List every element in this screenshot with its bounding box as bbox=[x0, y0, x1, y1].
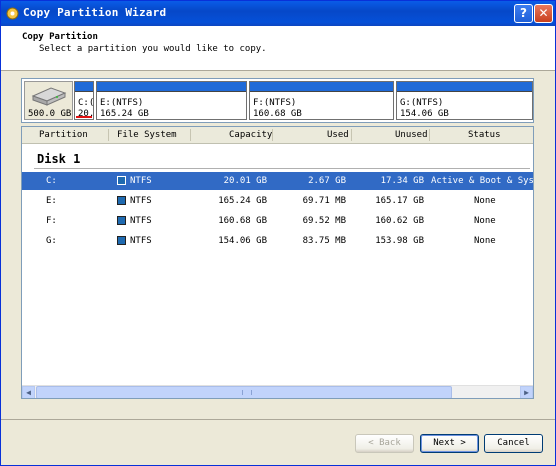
cell-partition: E: bbox=[46, 196, 57, 206]
column-divider[interactable] bbox=[351, 129, 352, 141]
column-status[interactable]: Status bbox=[468, 130, 501, 140]
cell-unused: 165.17 GB bbox=[375, 196, 424, 206]
column-divider[interactable] bbox=[108, 129, 109, 141]
window-title: Copy Partition Wizard bbox=[23, 6, 167, 19]
partition-bar bbox=[250, 82, 393, 92]
partition-block-label: G:(NTFS) bbox=[400, 98, 444, 108]
partition-block-label: E:(NTFS) bbox=[100, 98, 144, 108]
partition-block-f[interactable]: F:(NTFS) 160.68 GB bbox=[249, 81, 394, 120]
cell-used: 69.71 MB bbox=[302, 196, 346, 206]
wizard-header: Copy Partition Select a partition you wo… bbox=[1, 26, 555, 71]
cell-status: None bbox=[474, 196, 496, 206]
partition-bar bbox=[97, 82, 246, 92]
disk-group-divider bbox=[34, 168, 530, 169]
partition-block-c[interactable]: C:( 20. bbox=[74, 81, 94, 120]
partition-table: Partition File System Capacity Used Unus… bbox=[21, 126, 534, 399]
cell-file-system: NTFS bbox=[130, 176, 152, 186]
cell-capacity: 165.24 GB bbox=[218, 196, 267, 206]
cell-file-system: NTFS bbox=[130, 236, 152, 246]
table-row[interactable]: G: NTFS 154.06 GB 83.75 MB 153.98 GB Non… bbox=[22, 232, 533, 250]
ntfs-icon bbox=[117, 216, 126, 225]
ntfs-icon bbox=[117, 196, 126, 205]
cell-used: 69.52 MB bbox=[302, 216, 346, 226]
column-divider[interactable] bbox=[429, 129, 430, 141]
column-file-system[interactable]: File System bbox=[117, 130, 177, 140]
column-divider[interactable] bbox=[272, 129, 273, 141]
disk-tile[interactable]: 500.0 GB bbox=[24, 81, 73, 120]
cell-unused: 160.62 GB bbox=[375, 216, 424, 226]
partition-block-g[interactable]: G:(NTFS) 154.06 GB bbox=[396, 81, 533, 120]
scroll-left-icon[interactable]: ◀ bbox=[22, 386, 35, 398]
hard-disk-icon bbox=[31, 87, 67, 106]
cell-file-system: NTFS bbox=[130, 216, 152, 226]
wizard-app-icon bbox=[6, 7, 19, 20]
cell-unused: 153.98 GB bbox=[375, 236, 424, 246]
next-button[interactable]: Next > bbox=[420, 434, 479, 453]
partition-block-size: 154.06 GB bbox=[400, 109, 449, 119]
help-button[interactable]: ? bbox=[514, 4, 533, 23]
partition-block-label: F:(NTFS) bbox=[253, 98, 297, 108]
partition-block-e[interactable]: E:(NTFS) 165.24 GB bbox=[96, 81, 247, 120]
cell-partition: C: bbox=[46, 176, 57, 186]
table-row[interactable]: C: NTFS 20.01 GB 2.67 GB 17.34 GB Active… bbox=[22, 172, 533, 190]
cell-status: None bbox=[474, 216, 496, 226]
grip-icon bbox=[242, 390, 252, 395]
footer-divider bbox=[1, 419, 555, 420]
cell-unused: 17.34 GB bbox=[380, 176, 424, 186]
table-row[interactable]: F: NTFS 160.68 GB 69.52 MB 160.62 GB Non… bbox=[22, 212, 533, 230]
cancel-button[interactable]: Cancel bbox=[484, 434, 543, 453]
cell-capacity: 154.06 GB bbox=[218, 236, 267, 246]
table-header: Partition File System Capacity Used Unus… bbox=[22, 127, 533, 144]
step-subtitle: Select a partition you would like to cop… bbox=[39, 44, 267, 54]
horizontal-scrollbar[interactable]: ◀ ▶ bbox=[22, 385, 533, 398]
step-title: Copy Partition bbox=[22, 32, 98, 42]
disk-size: 500.0 GB bbox=[28, 109, 72, 119]
column-unused[interactable]: Unused bbox=[395, 130, 428, 140]
partition-bar bbox=[397, 82, 532, 92]
table-row[interactable]: E: NTFS 165.24 GB 69.71 MB 165.17 GB Non… bbox=[22, 192, 533, 210]
partition-block-size: 165.24 GB bbox=[100, 109, 149, 119]
cell-used: 2.67 GB bbox=[308, 176, 346, 186]
scrollbar-thumb[interactable] bbox=[36, 386, 452, 398]
used-space-marker bbox=[76, 116, 92, 118]
partition-bar bbox=[75, 82, 93, 92]
column-capacity[interactable]: Capacity bbox=[229, 130, 272, 140]
cell-status: Active & Boot & System bbox=[431, 176, 534, 186]
wizard-window: Copy Partition Wizard ? ✕ Copy Partition… bbox=[0, 0, 556, 466]
disk-group-label: Disk 1 bbox=[37, 152, 81, 166]
close-button[interactable]: ✕ bbox=[534, 4, 553, 23]
partition-block-label: C:( bbox=[78, 98, 94, 108]
back-button[interactable]: < Back bbox=[355, 434, 414, 453]
ntfs-icon bbox=[117, 236, 126, 245]
disk-map: 500.0 GB C:( 20. E:(NTFS) 165.24 GB F:(N… bbox=[21, 78, 534, 123]
cell-partition: F: bbox=[46, 216, 57, 226]
cell-capacity: 20.01 GB bbox=[223, 176, 267, 186]
column-divider[interactable] bbox=[190, 129, 191, 141]
column-partition[interactable]: Partition bbox=[39, 130, 88, 140]
cell-partition: G: bbox=[46, 236, 57, 246]
column-used[interactable]: Used bbox=[327, 130, 349, 140]
title-bar[interactable]: Copy Partition Wizard ? ✕ bbox=[1, 1, 555, 26]
cell-capacity: 160.68 GB bbox=[218, 216, 267, 226]
cell-file-system: NTFS bbox=[130, 196, 152, 206]
cell-used: 83.75 MB bbox=[302, 236, 346, 246]
scroll-right-icon[interactable]: ▶ bbox=[520, 386, 533, 398]
partition-block-size: 160.68 GB bbox=[253, 109, 302, 119]
cell-status: None bbox=[474, 236, 496, 246]
ntfs-icon bbox=[117, 176, 126, 185]
